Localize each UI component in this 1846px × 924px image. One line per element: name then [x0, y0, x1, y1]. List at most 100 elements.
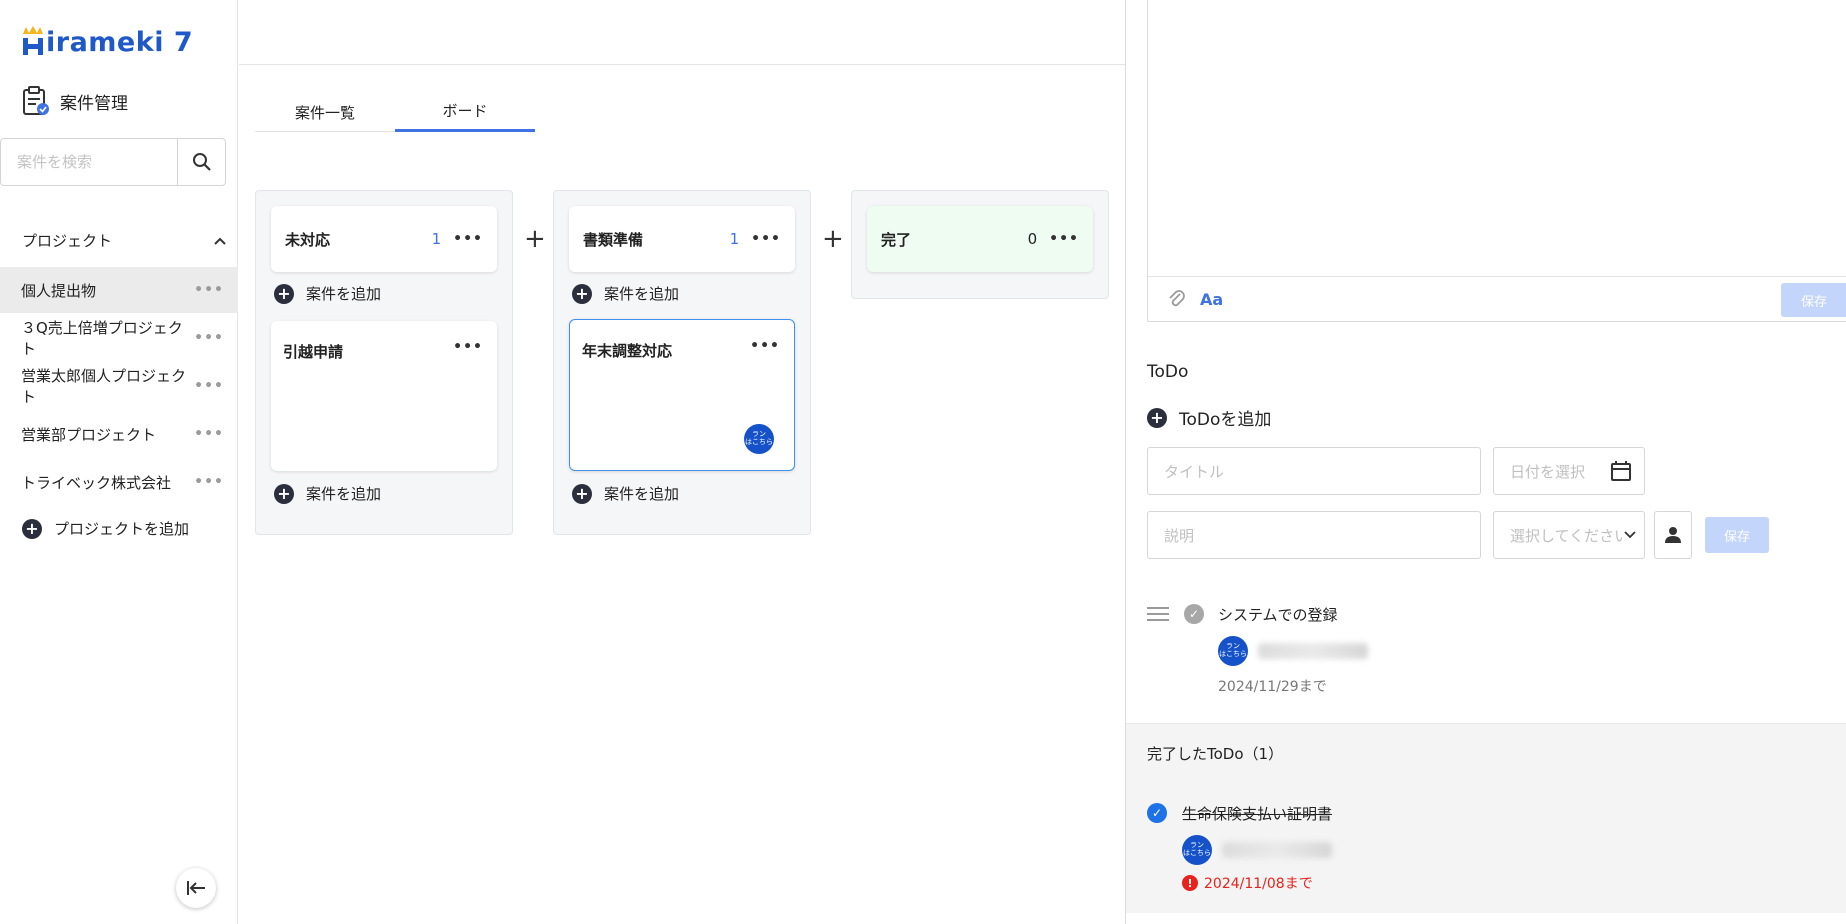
- column-header[interactable]: 未対応 1 •••: [271, 206, 497, 272]
- chevron-down-icon: [1624, 531, 1636, 539]
- case-card[interactable]: 年末調整対応 ••• ラン はこちら: [569, 319, 795, 471]
- project-label: 営業太郎個人プロジェクト: [21, 367, 187, 406]
- todo-item-title: システムでの登録: [1218, 606, 1338, 624]
- assignee-name-blurred: [1222, 842, 1332, 858]
- sidebar-item-project[interactable]: ３Q売上倍増プロジェクト •••: [0, 315, 238, 361]
- todo-assignee-select[interactable]: 選択してください: [1493, 511, 1645, 559]
- module-title: 案件管理: [22, 86, 128, 116]
- sidebar-item-project[interactable]: 個人提出物 •••: [0, 267, 238, 313]
- todo-title-input[interactable]: タイトル: [1147, 447, 1481, 495]
- add-column-button[interactable]: +: [524, 224, 546, 254]
- search-button[interactable]: [177, 139, 225, 185]
- clipboard-icon: [23, 86, 49, 115]
- todo-description-input[interactable]: 説明: [1147, 511, 1481, 559]
- board-column: 完了 0 •••: [851, 190, 1109, 299]
- todo-save-button[interactable]: 保存: [1705, 517, 1769, 553]
- project-label: ３Q売上倍増プロジェクト: [21, 319, 183, 358]
- case-card[interactable]: 引越申請 •••: [271, 321, 497, 471]
- add-case-button[interactable]: + 案件を追加: [572, 483, 679, 504]
- plus-circle-icon: +: [572, 283, 592, 304]
- add-case-button[interactable]: + 案件を追加: [274, 283, 381, 304]
- add-todo-label: ToDoを追加: [1179, 410, 1272, 430]
- sidebar-item-project[interactable]: 営業部プロジェクト •••: [0, 411, 238, 457]
- view-tabs: 案件一覧 ボード: [255, 88, 535, 132]
- done-todo-checkbox[interactable]: ✓: [1147, 803, 1167, 823]
- sidebar: irameki 7 案件管理 プロジェクト 個人提出物 •••: [0, 0, 238, 924]
- board-column: 書類準備 1 ••• + 案件を追加 年末調整対応 ••• ラン はこちら + …: [553, 190, 811, 535]
- plus-circle-icon: +: [22, 518, 42, 539]
- add-column-button[interactable]: +: [822, 224, 844, 254]
- search-box: [0, 138, 226, 186]
- plus-circle-icon: +: [1147, 407, 1167, 428]
- more-icon[interactable]: •••: [194, 426, 224, 442]
- todo-date-picker[interactable]: 日付を選択: [1493, 447, 1645, 495]
- text-format-button[interactable]: Aa: [1200, 290, 1223, 309]
- more-icon[interactable]: •••: [194, 474, 224, 490]
- done-todo-due: 2024/11/08まで: [1204, 876, 1313, 892]
- todo-checkbox[interactable]: ✓: [1184, 604, 1204, 624]
- card-title: 引越申請: [283, 343, 344, 361]
- logo[interactable]: irameki 7: [20, 18, 193, 58]
- project-label: 個人提出物: [21, 281, 97, 300]
- completed-todo-section: 完了したToDo（1） ✓ 生命保険支払い証明書 ラン はこちら ! 2024/…: [1126, 723, 1846, 913]
- editor-toolbar: Aa 保存: [1148, 276, 1846, 321]
- todo-due-date: 2024/11/29まで: [1218, 679, 1327, 695]
- module-label: 案件管理: [60, 93, 128, 114]
- add-case-label: 案件を追加: [306, 485, 382, 503]
- project-label: 営業部プロジェクト: [21, 425, 157, 444]
- search-icon: [192, 153, 211, 171]
- column-header[interactable]: 書類準備 1 •••: [569, 206, 795, 272]
- topbar-divider: [239, 64, 1125, 65]
- column-header[interactable]: 完了 0 •••: [867, 206, 1093, 272]
- more-icon[interactable]: •••: [750, 338, 780, 354]
- more-icon[interactable]: •••: [453, 231, 483, 247]
- column-title: 書類準備: [583, 230, 644, 249]
- sidebar-item-project[interactable]: 営業太郎個人プロジェクト •••: [0, 363, 238, 409]
- date-placeholder: 日付を選択: [1510, 462, 1586, 481]
- tab-list[interactable]: 案件一覧: [255, 88, 395, 131]
- more-icon[interactable]: •••: [194, 282, 224, 298]
- collapse-sidebar-button[interactable]: [176, 868, 216, 908]
- projects-header[interactable]: プロジェクト: [22, 230, 227, 251]
- more-icon[interactable]: •••: [453, 339, 483, 355]
- add-case-label: 案件を追加: [604, 285, 680, 303]
- add-project-button[interactable]: + プロジェクトを追加: [22, 518, 189, 539]
- comment-save-button[interactable]: 保存: [1781, 283, 1846, 317]
- more-icon[interactable]: •••: [194, 378, 224, 394]
- project-label: トライベック株式会社: [21, 473, 172, 492]
- overdue-date: ! 2024/11/08まで: [1182, 873, 1313, 893]
- tab-board[interactable]: ボード: [395, 88, 535, 132]
- avatar: ラン はこちら: [744, 424, 774, 454]
- column-count: 1: [729, 230, 740, 248]
- collapse-left-icon: [187, 881, 205, 895]
- projects-header-label: プロジェクト: [22, 232, 113, 250]
- more-icon[interactable]: •••: [1049, 231, 1079, 247]
- assignee-name-blurred: [1258, 643, 1368, 659]
- assignee-picker-button[interactable]: [1654, 511, 1692, 559]
- calendar-icon: [1611, 461, 1631, 481]
- select-placeholder: 選択してください: [1510, 526, 1624, 545]
- avatar: ラン はこちら: [1218, 636, 1248, 666]
- more-icon[interactable]: •••: [194, 330, 224, 346]
- chevron-up-icon[interactable]: [213, 236, 227, 246]
- avatar: ラン はこちら: [1182, 835, 1212, 865]
- comment-editor[interactable]: Aa 保存: [1147, 0, 1846, 322]
- add-case-label: 案件を追加: [604, 485, 680, 503]
- card-title: 年末調整対応: [582, 342, 673, 360]
- logo-crown-icon: [23, 26, 43, 55]
- add-todo-button[interactable]: + ToDoを追加: [1147, 405, 1271, 430]
- person-icon: [1665, 527, 1681, 543]
- plus-circle-icon: +: [274, 283, 294, 304]
- alert-icon: !: [1182, 875, 1198, 891]
- add-case-button[interactable]: + 案件を追加: [572, 283, 679, 304]
- column-title: 未対応: [285, 230, 331, 249]
- attachment-icon[interactable]: [1168, 289, 1186, 309]
- drag-handle-icon[interactable]: [1147, 607, 1169, 621]
- search-input[interactable]: [1, 139, 177, 185]
- add-case-button[interactable]: + 案件を追加: [274, 483, 381, 504]
- sidebar-item-project[interactable]: トライベック株式会社 •••: [0, 459, 238, 505]
- more-icon[interactable]: •••: [751, 231, 781, 247]
- add-case-label: 案件を追加: [306, 285, 382, 303]
- column-count: 0: [1027, 230, 1038, 248]
- done-todo-title: 生命保険支払い証明書: [1182, 805, 1333, 823]
